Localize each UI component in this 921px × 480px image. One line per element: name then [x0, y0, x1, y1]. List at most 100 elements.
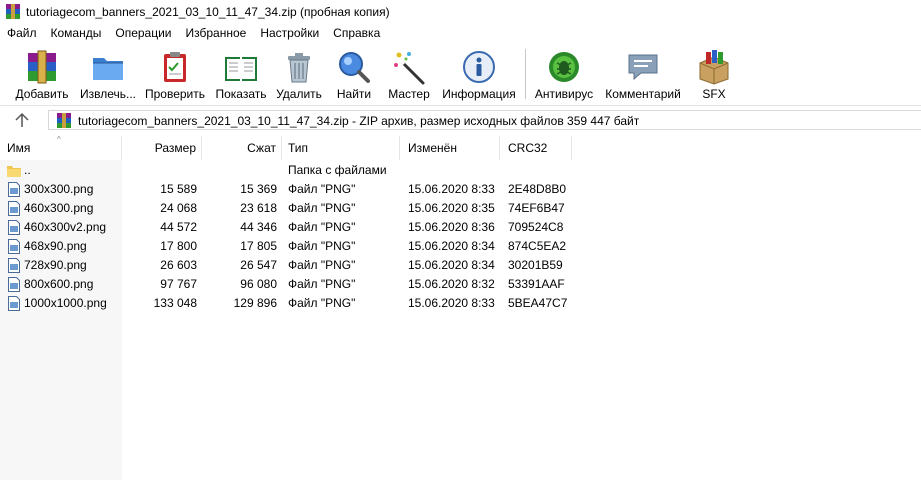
sort-ascending-icon: ^ — [57, 135, 61, 144]
menu-help[interactable]: Справка — [326, 24, 387, 43]
archive-path-text: tutoriagecom_banners_2021_03_10_11_47_34… — [78, 114, 640, 128]
cell-type: Файл "PNG" — [288, 201, 356, 215]
antivirus-label: Антивирус — [534, 87, 594, 101]
path-bar: tutoriagecom_banners_2021_03_10_11_47_34… — [0, 108, 921, 132]
cell-size: 26 603 — [160, 258, 197, 272]
table-row[interactable]: 800x600.png 97 767 96 080 Файл "PNG" 15.… — [0, 275, 921, 294]
cell-size: 97 767 — [160, 277, 197, 291]
cell-packed: 15 369 — [240, 182, 277, 196]
view-button[interactable]: Показать — [210, 47, 272, 103]
folder-icon — [7, 166, 21, 177]
column-header-name[interactable]: ^ Имя — [0, 135, 122, 160]
cell-name: 468x90.png — [24, 239, 87, 253]
up-arrow-icon[interactable] — [13, 112, 31, 128]
cell-name: 300x300.png — [24, 182, 94, 196]
cell-size: 44 572 — [160, 220, 197, 234]
cell-type: Файл "PNG" — [288, 220, 356, 234]
cell-crc: 709524C8 — [508, 220, 564, 234]
sfx-button[interactable]: SFX — [692, 47, 736, 103]
column-header-crc[interactable]: CRC32 — [500, 136, 572, 160]
cell-crc: 30201B59 — [508, 258, 563, 272]
cell-type: Файл "PNG" — [288, 258, 356, 272]
column-header-name-label: Имя — [7, 141, 31, 155]
menu-file[interactable]: Файл — [0, 24, 44, 43]
file-icon — [8, 239, 20, 254]
menu-commands[interactable]: Команды — [44, 24, 109, 43]
file-icon — [8, 201, 20, 216]
table-row[interactable]: 460x300.png 24 068 23 618 Файл "PNG" 15.… — [0, 199, 921, 218]
toolbar: Добавить Извлечь... Проверить Показать У… — [0, 43, 921, 106]
extract-button[interactable]: Извлечь... — [76, 47, 140, 103]
delete-button[interactable]: Удалить — [274, 47, 324, 103]
find-label: Найти — [336, 87, 372, 101]
comment-button[interactable]: Комментарий — [601, 47, 685, 103]
cell-packed: 96 080 — [240, 277, 277, 291]
test-button[interactable]: Проверить — [143, 47, 207, 103]
file-icon — [8, 258, 20, 273]
cell-size: 24 068 — [160, 201, 197, 215]
find-button[interactable]: Найти — [330, 47, 378, 103]
cell-modified: 15.06.2020 8:33 — [408, 182, 495, 196]
cell-modified: 15.06.2020 8:36 — [408, 220, 495, 234]
column-header-size[interactable]: Размер — [122, 136, 202, 160]
view-book-icon — [225, 57, 257, 81]
cell-type: Файл "PNG" — [288, 239, 356, 253]
cell-modified: 15.06.2020 8:32 — [408, 277, 495, 291]
cell-size: 133 048 — [153, 296, 197, 310]
test-label: Проверить — [144, 87, 205, 101]
table-row[interactable]: 300x300.png 15 589 15 369 Файл "PNG" 15.… — [0, 180, 921, 199]
table-row[interactable]: 1000x1000.png 133 048 129 896 Файл "PNG"… — [0, 294, 921, 313]
cell-type: Файл "PNG" — [288, 182, 356, 196]
test-clipboard-icon — [164, 52, 186, 82]
menu-settings[interactable]: Настройки — [253, 24, 326, 43]
column-header-type[interactable]: Тип — [282, 136, 400, 160]
cell-name: 460x300v2.png — [24, 220, 107, 234]
info-icon — [463, 51, 495, 83]
cell-packed: 44 346 — [240, 220, 277, 234]
toolbar-separator — [525, 49, 526, 99]
cell-packed: 129 896 — [233, 296, 277, 310]
cell-size: 15 589 — [160, 182, 197, 196]
table-row[interactable]: 468x90.png 17 800 17 805 Файл "PNG" 15.0… — [0, 237, 921, 256]
cell-modified: 15.06.2020 8:34 — [408, 239, 495, 253]
archive-path-field[interactable]: tutoriagecom_banners_2021_03_10_11_47_34… — [48, 110, 921, 130]
comment-icon — [628, 54, 658, 81]
window-title: tutoriagecom_banners_2021_03_10_11_47_34… — [26, 5, 390, 19]
cell-modified: 15.06.2020 8:33 — [408, 296, 495, 310]
cell-type: Файл "PNG" — [288, 296, 356, 310]
cell-packed: 23 618 — [240, 201, 277, 215]
cell-name: 1000x1000.png — [24, 296, 107, 310]
extract-folder-icon — [93, 58, 123, 80]
cell-packed: 26 547 — [240, 258, 277, 272]
sfx-box-icon — [699, 50, 729, 85]
column-header-modified[interactable]: Изменён — [400, 136, 500, 160]
cell-crc: 53391AAF — [508, 277, 565, 291]
wizard-wand-icon — [394, 52, 425, 85]
cell-type: Папка с файлами — [288, 163, 387, 177]
cell-size: 17 800 — [160, 239, 197, 253]
info-button[interactable]: Информация — [440, 47, 518, 103]
file-list: ^ Имя Размер Сжат Тип Изменён CRC32 .. П… — [0, 135, 921, 480]
cell-crc: 74EF6B47 — [508, 201, 565, 215]
sfx-label: SFX — [702, 87, 726, 101]
file-icon — [8, 277, 20, 292]
trash-icon — [288, 53, 310, 83]
cell-modified: 15.06.2020 8:34 — [408, 258, 495, 272]
menu-favorites[interactable]: Избранное — [179, 24, 254, 43]
column-header-packed[interactable]: Сжат — [202, 136, 282, 160]
add-button[interactable]: Добавить — [10, 47, 74, 103]
antivirus-button[interactable]: Антивирус — [531, 47, 597, 103]
menu-operations[interactable]: Операции — [108, 24, 178, 43]
cell-name: .. — [24, 163, 31, 177]
cell-name: 800x600.png — [24, 277, 94, 291]
table-row-parent[interactable]: .. Папка с файлами — [0, 161, 921, 180]
add-archive-icon — [28, 50, 56, 84]
file-icon — [8, 296, 20, 311]
wizard-button[interactable]: Мастер — [384, 47, 434, 103]
add-label: Добавить — [15, 87, 69, 101]
extract-label: Извлечь... — [79, 87, 136, 101]
find-magnifier-icon — [339, 52, 370, 83]
zip-archive-icon — [57, 113, 71, 128]
table-row[interactable]: 460x300v2.png 44 572 44 346 Файл "PNG" 1… — [0, 218, 921, 237]
table-row[interactable]: 728x90.png 26 603 26 547 Файл "PNG" 15.0… — [0, 256, 921, 275]
